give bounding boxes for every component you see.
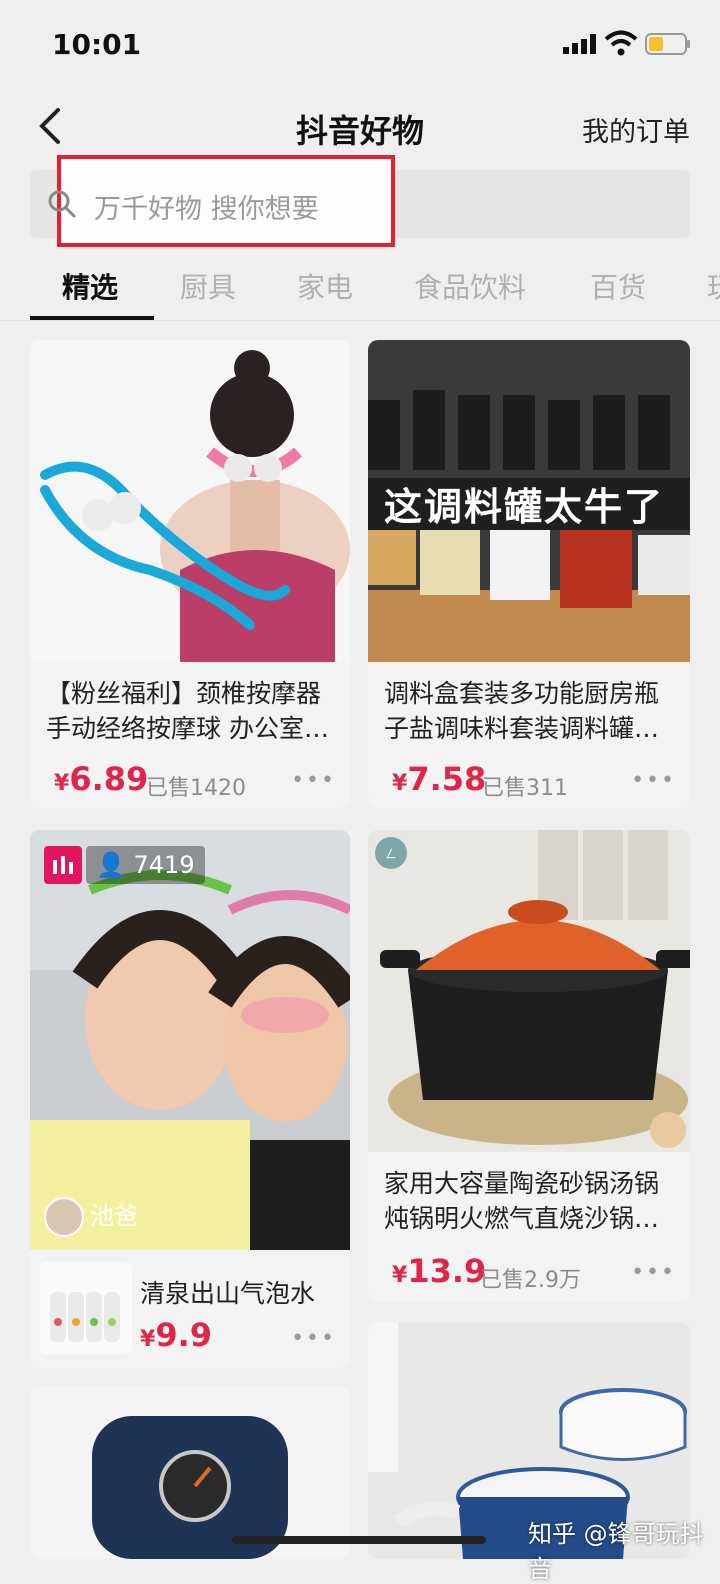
product-card[interactable]	[30, 1386, 350, 1559]
tab-featured[interactable]: 精选	[62, 266, 118, 306]
live-badge-icon	[44, 846, 82, 884]
product-card[interactable]: 【粉丝福利】颈椎按摩器 手动经络按摩球 办公室… ¥6.89 已售1420 ••…	[30, 340, 350, 808]
product-title: 清泉出山气泡水	[140, 1279, 316, 1308]
streamer-info[interactable]: 池爸	[44, 1196, 138, 1237]
more-options-icon[interactable]: •••	[631, 1260, 676, 1285]
signal-icon	[563, 34, 596, 54]
product-price: ¥7.58	[392, 760, 487, 798]
product-image-air-fryer	[30, 1386, 350, 1559]
nav-bar: 抖音好物 我的订单	[0, 96, 720, 156]
search-icon	[48, 190, 76, 218]
product-image-caption: 这调料罐太牛了	[384, 485, 665, 529]
product-thumb-sparkling-water	[40, 1262, 132, 1354]
product-sold-count: 已售1420	[146, 776, 246, 801]
live-viewer-count: 👤 7419	[86, 846, 205, 884]
streamer-name: 池爸	[90, 1202, 138, 1230]
product-image-casserole	[368, 830, 690, 1152]
product-title-line1: 调料盒套装多功能厨房瓶	[384, 679, 660, 708]
product-title-line2: 炖锅明火燃气直烧沙锅…	[384, 1204, 660, 1233]
tab-appliances[interactable]: 家电	[297, 266, 353, 306]
product-sold-count: 已售2.9万	[480, 1268, 581, 1293]
search-placeholder: 万千好物 搜你想要	[94, 194, 319, 225]
home-indicator	[232, 1536, 486, 1544]
brand-logo-icon: ㄥ	[375, 837, 407, 869]
product-title-line2: 子盐调味料套装调料罐…	[384, 714, 660, 743]
more-options-icon[interactable]: •••	[631, 768, 676, 793]
search-highlight-box[interactable]: 万千好物 搜你想要	[48, 155, 395, 247]
tab-general-goods[interactable]: 百货	[590, 266, 646, 306]
product-price: ¥9.9	[140, 1316, 212, 1354]
status-time: 10:01	[52, 28, 142, 61]
battery-icon	[645, 33, 690, 55]
avatar	[44, 1197, 84, 1237]
more-options-icon[interactable]: •••	[291, 768, 336, 793]
live-stream-image	[30, 830, 350, 1250]
svg-text:ㄥ: ㄥ	[385, 847, 397, 861]
live-stream-card[interactable]: 👤 7419 池爸 清泉出山气泡水 ¥9.9 •••	[30, 830, 350, 1368]
watermark-text: 知乎 @锋哥玩抖音	[528, 1520, 704, 1583]
product-price: ¥13.9	[392, 1252, 487, 1290]
product-title-line2: 手动经络按摩球 办公室…	[46, 714, 329, 743]
product-title-line1: 家用大容量陶瓷砂锅汤锅	[384, 1169, 660, 1198]
tab-kitchenware[interactable]: 厨具	[180, 266, 236, 306]
more-options-icon[interactable]: •••	[291, 1326, 336, 1351]
product-image-neck-massager	[30, 340, 350, 662]
active-tab-indicator	[30, 316, 154, 320]
viewer-icon: 👤	[96, 851, 134, 879]
product-sold-count: 已售311	[482, 776, 568, 801]
category-tabs: 精选 厨具 家电 食品饮料 百货 玩	[0, 256, 720, 321]
product-price: ¥6.89	[54, 760, 149, 798]
wifi-icon	[604, 30, 638, 56]
my-orders-link[interactable]: 我的订单	[582, 110, 690, 149]
product-card[interactable]: 这调料罐太牛了 调料盒套装多功能厨房瓶 子盐调味料套装调料罐… ¥7.58 已售…	[368, 340, 690, 808]
tab-toys[interactable]: 玩	[707, 266, 720, 306]
product-card[interactable]: ㄥ 家用大容量陶瓷砂锅汤锅 炖锅明火燃气直烧沙锅… ¥13.9 已售2.9万 •…	[368, 830, 690, 1302]
status-bar: 10:01	[0, 0, 720, 90]
tab-food-drinks[interactable]: 食品饮料	[414, 266, 526, 306]
product-title-line1: 【粉丝福利】颈椎按摩器	[46, 679, 322, 708]
